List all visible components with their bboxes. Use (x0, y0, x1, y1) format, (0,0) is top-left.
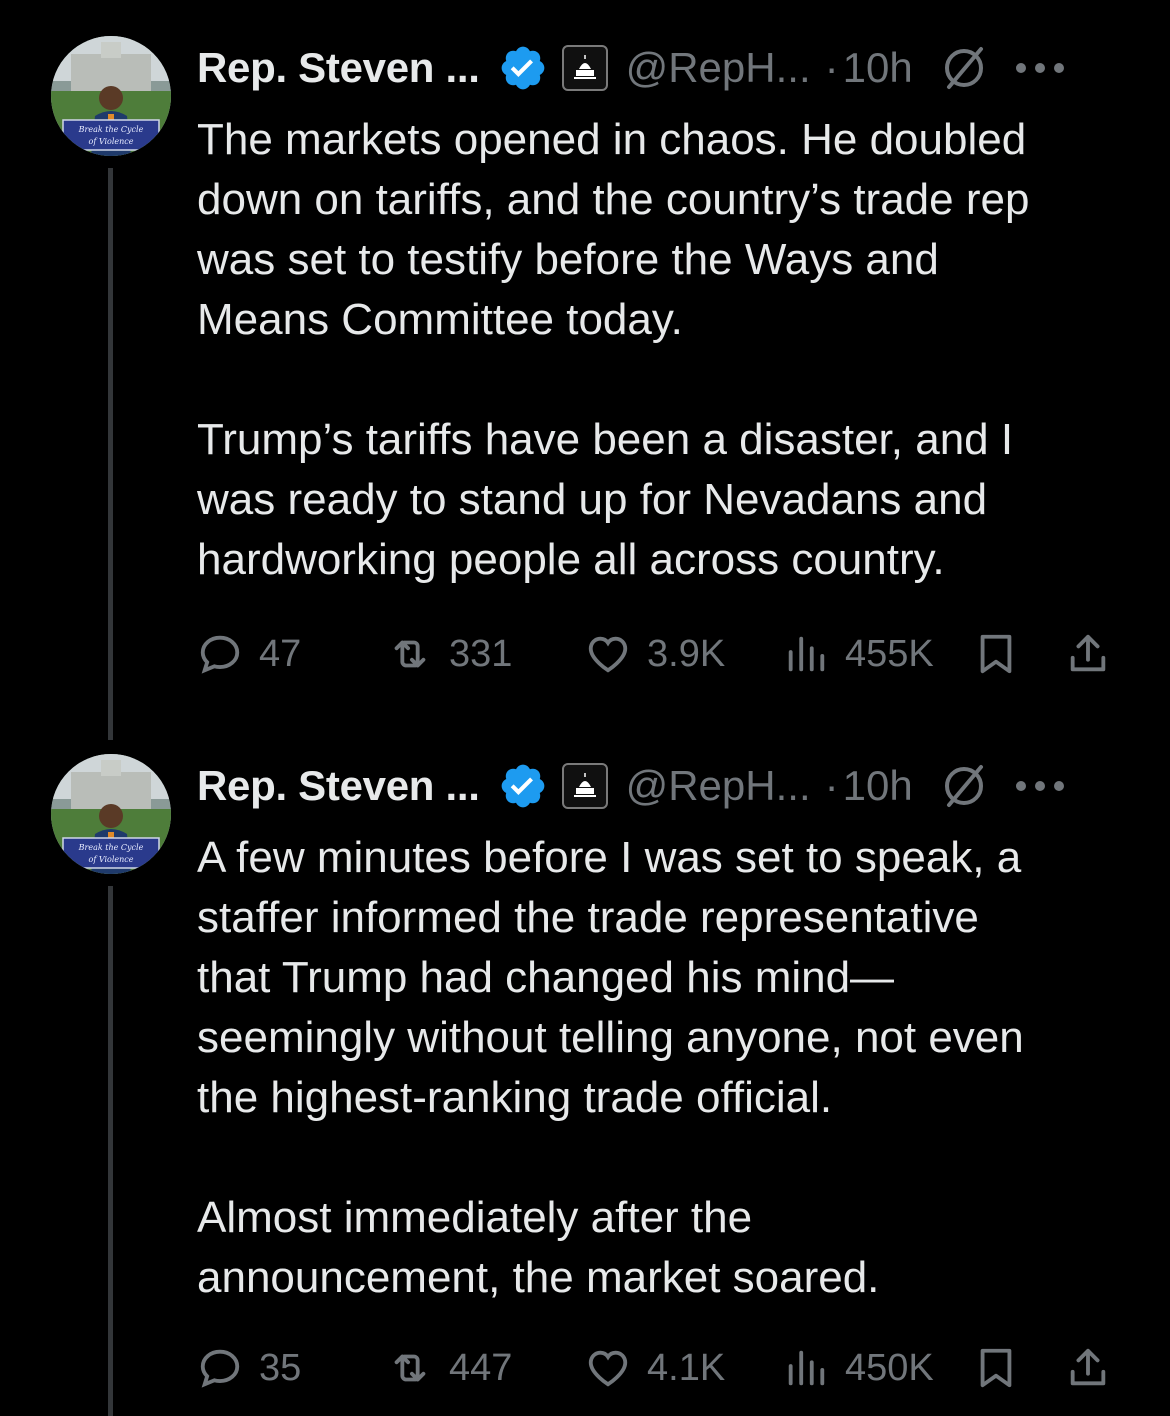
view-count: 450K (845, 1346, 934, 1389)
like-icon (588, 1350, 628, 1387)
action-bar: 35 447 4.1K 450K (197, 1338, 1117, 1398)
tweet-header: Rep. Steven ... @RepH... · 10h (197, 756, 1127, 816)
bookmark-icon (980, 1348, 1012, 1388)
handle[interactable]: @RepH... (626, 762, 811, 810)
tweet-text: The markets opened in chaos. He doubled … (197, 115, 1030, 584)
repost-button[interactable]: 447 (387, 1338, 512, 1398)
separator-dot: · (824, 762, 839, 809)
reply-button[interactable]: 47 (197, 624, 301, 684)
share-icon (1070, 634, 1106, 672)
grok-icon[interactable] (939, 761, 989, 811)
bookmark-button[interactable] (973, 624, 1019, 684)
separator-dot: · (824, 44, 839, 91)
capitol-affiliation-icon[interactable] (561, 45, 608, 91)
reply-icon (200, 635, 240, 674)
like-count: 3.9K (647, 632, 726, 675)
tweet[interactable]: Break the Cycle of Violence Rep. Steven … (0, 30, 1170, 740)
like-button[interactable]: 4.1K (585, 1338, 725, 1398)
avatar[interactable]: Break the Cycle of Violence (51, 754, 171, 874)
timestamp[interactable]: 10h (843, 762, 913, 810)
thread-line (108, 886, 113, 1416)
like-button[interactable]: 3.9K (585, 624, 725, 684)
display-name[interactable]: Rep. Steven ... (197, 762, 480, 810)
more-options-icon[interactable] (1013, 58, 1067, 78)
like-icon (588, 636, 628, 673)
display-name[interactable]: Rep. Steven ... (197, 44, 480, 92)
handle[interactable]: @RepH... (626, 44, 811, 92)
verified-badge-icon[interactable] (498, 761, 548, 811)
thread-line (108, 168, 113, 740)
avatar-sign-text: Break the Cycle (78, 843, 144, 852)
like-count: 4.1K (647, 1346, 726, 1389)
views-button[interactable]: 455K (783, 624, 934, 684)
action-bar: 47 331 3.9K 455K (197, 624, 1117, 684)
tweet[interactable]: Break the Cycle of Violence Rep. Steven … (0, 748, 1170, 1416)
repost-button[interactable]: 331 (387, 624, 512, 684)
reply-icon (200, 1349, 240, 1388)
views-button[interactable]: 450K (783, 1338, 934, 1398)
reply-count: 47 (259, 632, 302, 675)
reply-button[interactable]: 35 (197, 1338, 301, 1398)
share-button[interactable] (1065, 1338, 1111, 1398)
capitol-affiliation-icon[interactable] (561, 763, 608, 809)
tweet-header: Rep. Steven ... @RepH... · 10h (197, 38, 1127, 98)
retweet-icon (394, 1354, 426, 1382)
repost-count: 331 (449, 632, 513, 675)
svg-text:of Violence: of Violence (89, 137, 134, 146)
view-count: 455K (845, 632, 934, 675)
share-button[interactable] (1065, 624, 1111, 684)
more-options-icon[interactable] (1013, 776, 1067, 796)
views-icon (788, 636, 825, 672)
svg-text:of Violence: of Violence (89, 855, 134, 864)
grok-icon[interactable] (939, 43, 989, 93)
timestamp[interactable]: 10h (843, 44, 913, 92)
retweet-icon (394, 640, 426, 668)
repost-count: 447 (449, 1346, 513, 1389)
avatar[interactable]: Break the Cycle of Violence (51, 36, 171, 156)
verified-badge-icon[interactable] (498, 43, 548, 93)
avatar-sign-text: Break the Cycle (78, 125, 144, 134)
views-icon (788, 1350, 825, 1386)
share-icon (1070, 1348, 1106, 1386)
bookmark-icon (980, 634, 1012, 674)
tweet-text: A few minutes before I was set to speak,… (197, 833, 1024, 1302)
reply-count: 35 (259, 1346, 302, 1389)
bookmark-button[interactable] (973, 1338, 1019, 1398)
